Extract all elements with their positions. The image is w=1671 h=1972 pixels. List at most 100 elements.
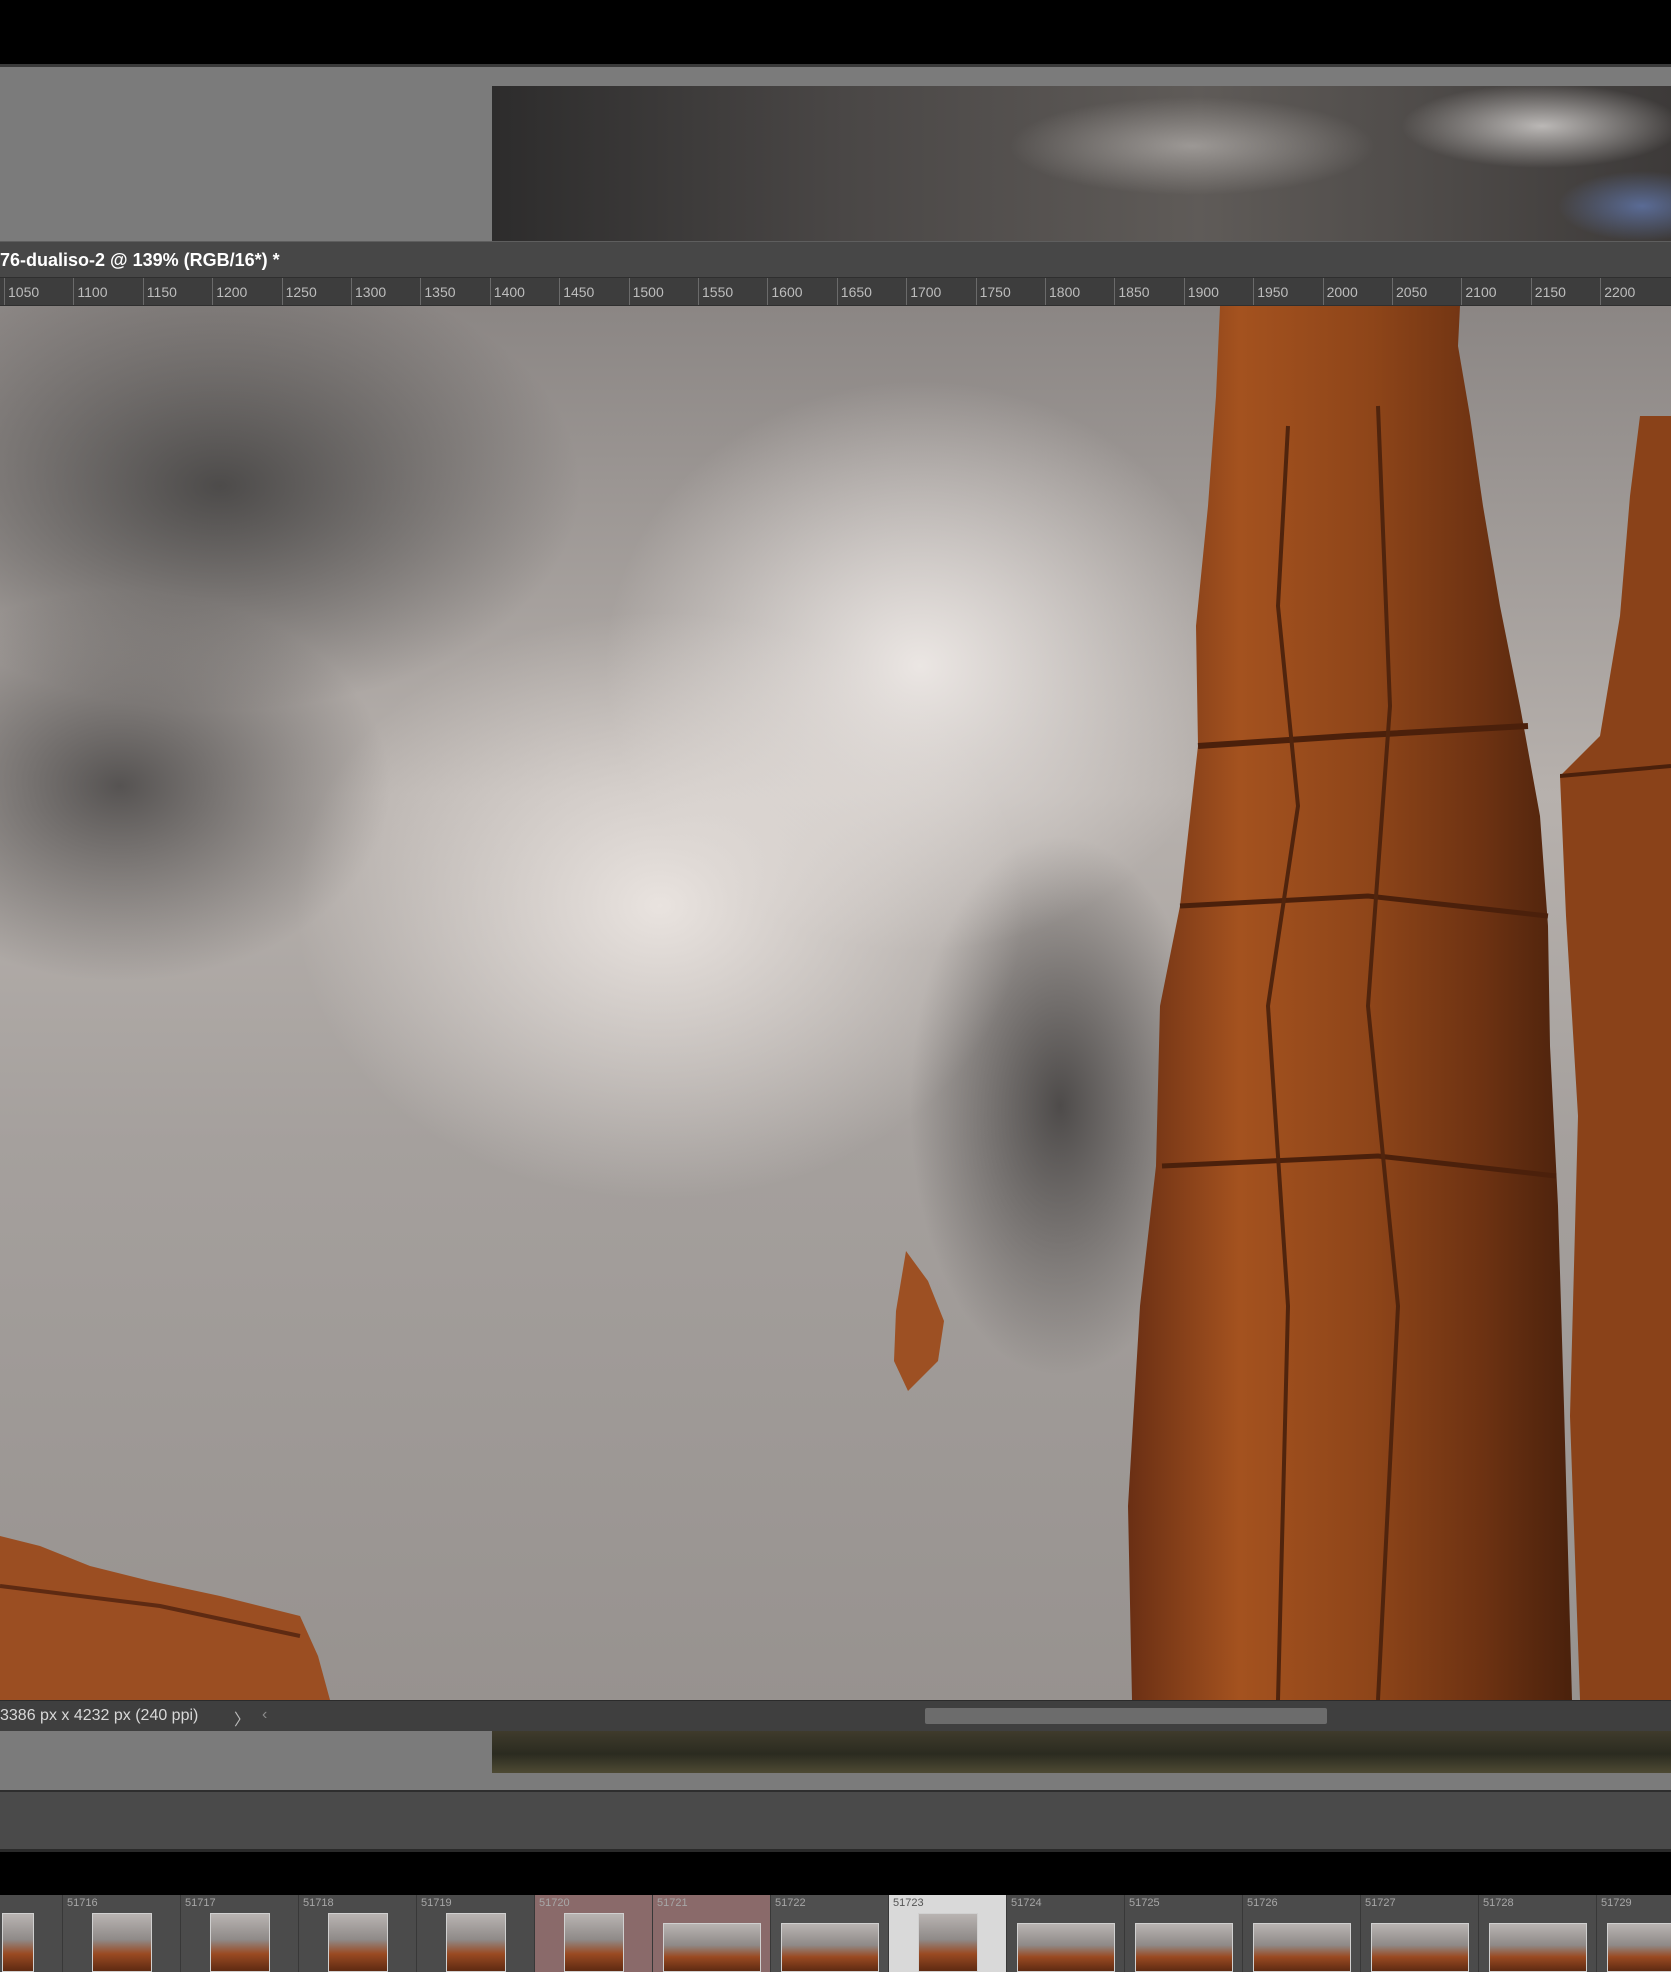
filmstrip-item-label: 51721 xyxy=(657,1897,688,1909)
ruler-tick-label: 2200 xyxy=(1604,284,1636,300)
ruler-tick-label: 1100 xyxy=(77,284,108,300)
filmstrip-thumbnail xyxy=(1253,1923,1351,1972)
filmstrip-thumbnail xyxy=(92,1913,152,1972)
ruler-tick-line xyxy=(1253,278,1255,305)
ruler-tick-line xyxy=(836,278,838,305)
rock-spire-right xyxy=(1560,416,1671,1700)
filmstrip-item[interactable]: 51728 xyxy=(1479,1895,1597,1972)
filmstrip-item-label: 51726 xyxy=(1247,1897,1278,1909)
filmstrip-item[interactable]: 51722 xyxy=(771,1895,889,1972)
filmstrip-item[interactable] xyxy=(0,1895,63,1972)
ruler-tick-label: 1400 xyxy=(493,284,525,300)
filmstrip-item[interactable]: 51723 xyxy=(889,1895,1007,1972)
filmstrip-item[interactable]: 51719 xyxy=(417,1895,535,1972)
ruler-tick-label: 2150 xyxy=(1534,284,1566,300)
ruler-tick-line xyxy=(975,278,977,305)
rock-spire-main xyxy=(1128,306,1572,1700)
ruler-tick-label: 1350 xyxy=(424,284,456,300)
ruler-tick-label: 1650 xyxy=(840,284,872,300)
ruler-tick-label: 1300 xyxy=(355,284,387,300)
ruler-tick-line xyxy=(351,278,352,305)
ruler-tick-line xyxy=(1114,278,1116,305)
filmstrip-item[interactable]: 51716 xyxy=(63,1895,181,1972)
filmstrip-item-label: 51729 xyxy=(1601,1897,1632,1909)
horizontal-ruler[interactable]: 1050 1100 1150 1200 1250 1300 1350 1400 1450 1500… xyxy=(0,277,1671,306)
image-canvas[interactable] xyxy=(0,306,1671,1700)
ruler-tick-line xyxy=(489,278,491,305)
filmstrip-thumbnail xyxy=(1135,1923,1233,1972)
ruler-tick-line xyxy=(73,278,75,305)
filmstrip-item-label: 51720 xyxy=(539,1897,570,1909)
filmstrip-item[interactable]: 51726 xyxy=(1243,1895,1361,1972)
horizontal-scrollbar-thumb[interactable] xyxy=(925,1708,1327,1724)
ruler-tick-label: 1550 xyxy=(702,284,734,300)
ruler-tick-label: 1950 xyxy=(1257,284,1289,300)
filmstrip-thumbnail xyxy=(663,1923,761,1972)
filmstrip-item-label: 51718 xyxy=(303,1897,334,1909)
toolbar-strip xyxy=(0,1790,1671,1852)
ruler-tick-line xyxy=(212,278,214,305)
ruler-tick-label: 1500 xyxy=(632,284,664,300)
background-image-top-strip xyxy=(492,86,1671,241)
filmstrip-thumbnail xyxy=(1607,1923,1671,1972)
ruler-tick-label: 1900 xyxy=(1187,284,1219,300)
ruler-tick-line xyxy=(142,278,144,305)
filmstrip-item-label: 51727 xyxy=(1365,1897,1396,1909)
filmstrip-thumbnail xyxy=(781,1923,879,1972)
document-title: 76-dualiso-2 @ 139% (RGB/16*) * xyxy=(0,250,280,270)
ruler-tick-line xyxy=(1530,278,1532,305)
filmstrip-item-label: 51722 xyxy=(775,1897,806,1909)
ruler-tick-line xyxy=(1461,278,1463,305)
ruler-tick-line xyxy=(698,278,699,305)
ruler-tick-label: 1250 xyxy=(285,284,317,300)
filmstrip-item[interactable]: 51729 xyxy=(1597,1895,1671,1972)
filmstrip-thumbnail xyxy=(328,1913,388,1972)
document-dimensions: 3386 px x 4232 px (240 ppi) xyxy=(0,1707,199,1724)
ruler-tick-line xyxy=(281,278,283,305)
ruler-tick-label: 2050 xyxy=(1396,284,1428,300)
filmstrip-thumbnail xyxy=(2,1913,34,1972)
ruler-tick-line xyxy=(906,278,908,305)
status-expand-arrow[interactable]: 〉 xyxy=(234,1706,250,1730)
ruler-tick-line xyxy=(628,278,630,305)
ruler-tick-line xyxy=(559,278,561,305)
rock-fragment-floating xyxy=(894,1251,944,1391)
filmstrip-item[interactable]: 51718 xyxy=(299,1895,417,1972)
ruler-tick-line xyxy=(1045,278,1046,305)
top-black-bar xyxy=(0,0,1671,67)
filmstrip-item[interactable]: 51725 xyxy=(1125,1895,1243,1972)
ruler-tick-line xyxy=(420,278,422,305)
ruler-tick-line xyxy=(1392,278,1393,305)
filmstrip-item[interactable]: 51724 xyxy=(1007,1895,1125,1972)
ruler-tick-label: 1600 xyxy=(771,284,803,300)
document-title-bar[interactable]: 76-dualiso-2 @ 139% (RGB/16*) * xyxy=(0,241,1671,277)
filmstrip-item-label: 51719 xyxy=(421,1897,452,1909)
rock-butte-left xyxy=(0,1536,330,1700)
ruler-tick-line xyxy=(1183,278,1185,305)
ruler-tick-label: 1750 xyxy=(979,284,1011,300)
filmstrip-item[interactable]: 51721 xyxy=(653,1895,771,1972)
ruler-tick-label: 1450 xyxy=(563,284,595,300)
filmstrip-thumbnail xyxy=(1371,1923,1469,1972)
filmstrip-item[interactable]: 51727 xyxy=(1361,1895,1479,1972)
ruler-tick-label: 1050 xyxy=(8,284,40,300)
scroll-left-arrow[interactable]: ‹ xyxy=(262,1706,267,1724)
ruler-tick-label: 1200 xyxy=(216,284,248,300)
status-bar: 3386 px x 4232 px (240 ppi) 〉 ‹ xyxy=(0,1700,1671,1731)
filmstrip-item-label: 51716 xyxy=(67,1897,98,1909)
filmstrip[interactable]: 51716 51717 51718 51719 51720 51721 51722 51723… xyxy=(0,1895,1671,1972)
filmstrip-thumbnail xyxy=(918,1913,978,1972)
filmstrip-item-label: 51717 xyxy=(185,1897,216,1909)
ruler-tick-label: 1700 xyxy=(910,284,942,300)
ruler-tick-line xyxy=(767,278,769,305)
filmstrip-item[interactable]: 51717 xyxy=(181,1895,299,1972)
ruler-tick-label: 1150 xyxy=(146,284,177,300)
ruler-tick-label: 1800 xyxy=(1049,284,1081,300)
filmstrip-item-label: 51728 xyxy=(1483,1897,1514,1909)
document-window[interactable]: 76-dualiso-2 @ 139% (RGB/16*) * 1050 1100… xyxy=(0,241,1671,1731)
filmstrip-item[interactable]: 51720 xyxy=(535,1895,653,1972)
filmstrip-item-label: 51723 xyxy=(893,1897,924,1909)
filmstrip-item-label: 51724 xyxy=(1011,1897,1042,1909)
filmstrip-header xyxy=(0,1852,1671,1895)
background-image-bottom-strip xyxy=(492,1731,1671,1773)
